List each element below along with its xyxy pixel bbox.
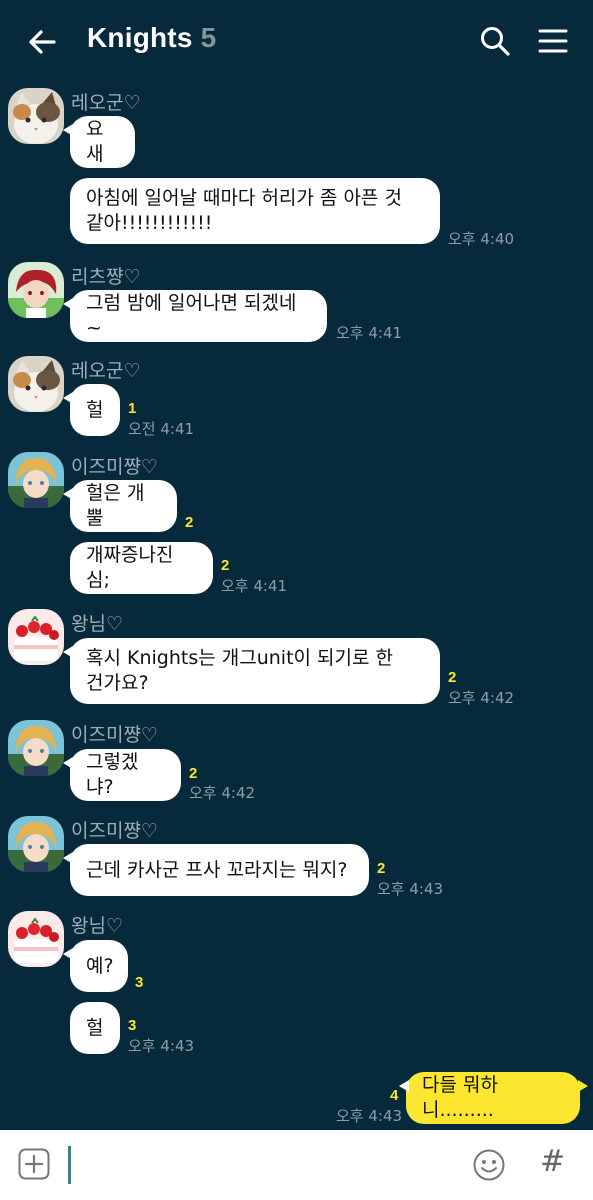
message-bubble[interactable]: 헐은 개뿔: [63, 480, 177, 532]
sender-name: 이즈미쨩♡: [71, 456, 158, 478]
message-bubble[interactable]: 개짜증나진심;: [70, 542, 213, 594]
message-time: 오후 4:43: [377, 880, 444, 898]
blonde-avatar-icon[interactable]: [8, 720, 64, 776]
message-text: 헐은 개뿔: [86, 482, 145, 529]
message-time: 오후 4:43: [336, 1107, 403, 1125]
message-bubble[interactable]: 그렇겠냐?: [63, 749, 181, 801]
message-text: 예?: [86, 954, 114, 977]
message-bubble[interactable]: 아침에 일어날 때마다 허리가 좀 아픈 것 같아!!!!!!!!!!!!: [70, 178, 440, 244]
member-count: 5: [200, 22, 217, 53]
unread-count: 2: [185, 514, 194, 531]
chat-title: Knights 5: [87, 22, 216, 54]
message-text: 다들 뭐하니.........: [422, 1074, 498, 1121]
sender-name: 레오군♡: [71, 360, 141, 382]
unread-count: 3: [128, 1017, 137, 1034]
message-text: 그렇겠냐?: [86, 751, 139, 798]
message-text: 헐: [86, 1016, 104, 1039]
message-time: 오후 4:42: [448, 689, 515, 707]
emoji-icon[interactable]: [472, 1148, 506, 1182]
text-cursor: [68, 1146, 71, 1184]
blonde-avatar-icon[interactable]: [8, 452, 64, 508]
sender-name: 왕님♡: [71, 915, 123, 937]
my-message-bubble[interactable]: 다들 뭐하니.........: [399, 1072, 588, 1124]
message-bubble[interactable]: 그럼 밤에 일어나면 되겠네~: [63, 290, 327, 342]
message-text-line2: 같아!!!!!!!!!!!!: [86, 212, 213, 234]
unread-count: 1: [128, 400, 137, 417]
message-time: 오전 4:41: [128, 420, 195, 438]
message-text: 그럼 밤에 일어나면 되겠네~: [86, 292, 297, 339]
message-text: 개짜증나진심;: [86, 544, 174, 591]
message-bubble[interactable]: 헐: [70, 1002, 120, 1054]
chat-log[interactable]: 레오군♡ 요새 아침에 일어날 때마다 허리가 좀 아픈 것 같아!!!!!!!…: [0, 82, 593, 1130]
room-name: Knights: [87, 22, 193, 53]
unread-count: 2: [221, 557, 230, 574]
message-text: 아침에 일어날 때마다 허리가 좀 아픈 것: [86, 187, 402, 209]
cat-avatar-icon[interactable]: [8, 88, 64, 144]
unread-count: 4: [390, 1087, 399, 1104]
unread-count: 2: [448, 669, 457, 686]
unread-count: 3: [135, 974, 144, 991]
sender-name: 이즈미쨩♡: [71, 820, 158, 842]
message-input[interactable]: [78, 1146, 462, 1186]
sender-name: 이즈미쨩♡: [71, 724, 158, 746]
search-icon[interactable]: [478, 24, 512, 58]
menu-icon[interactable]: [538, 26, 568, 56]
message-bubble[interactable]: 헐: [63, 384, 120, 436]
cat-avatar-icon[interactable]: [8, 356, 64, 412]
message-time: 오후 4:40: [448, 230, 515, 248]
message-bubble[interactable]: 근데 카사군 프사 꼬라지는 뭐지?: [63, 844, 369, 896]
message-text: 근데 카사군 프사 꼬라지는 뭐지?: [86, 858, 348, 881]
unread-count: 2: [377, 860, 386, 877]
plus-icon[interactable]: [18, 1148, 50, 1180]
sender-name: 레오군♡: [71, 92, 141, 114]
message-text: 요새: [86, 118, 104, 165]
blonde-avatar-icon[interactable]: [8, 816, 64, 872]
message-time: 오후 4:41: [336, 324, 403, 342]
hashtag-icon[interactable]: #: [540, 1144, 565, 1179]
back-arrow-icon[interactable]: [24, 24, 60, 60]
sender-name: 리츠쨩♡: [71, 266, 141, 288]
message-time: 오후 4:41: [221, 577, 288, 595]
red-hair-avatar-icon[interactable]: [8, 262, 64, 318]
chat-header: Knights 5: [0, 0, 593, 82]
message-input-bar: #: [0, 1130, 593, 1200]
message-bubble[interactable]: 예?: [63, 940, 128, 992]
message-time: 오후 4:42: [189, 784, 256, 802]
cake-avatar-icon[interactable]: [8, 911, 64, 967]
message-text: 혹시 Knights는 개그unit이 되기로 한: [86, 647, 394, 669]
cake-avatar-icon[interactable]: [8, 609, 64, 665]
sender-name: 왕님♡: [71, 613, 123, 635]
message-text: 헐: [86, 398, 104, 421]
message-bubble[interactable]: 혹시 Knights는 개그unit이 되기로 한 건가요?: [63, 638, 440, 704]
message-time: 오후 4:43: [128, 1037, 195, 1055]
unread-count: 2: [189, 765, 198, 782]
message-text-line2: 건가요?: [86, 672, 149, 694]
message-bubble[interactable]: 요새: [63, 116, 135, 168]
